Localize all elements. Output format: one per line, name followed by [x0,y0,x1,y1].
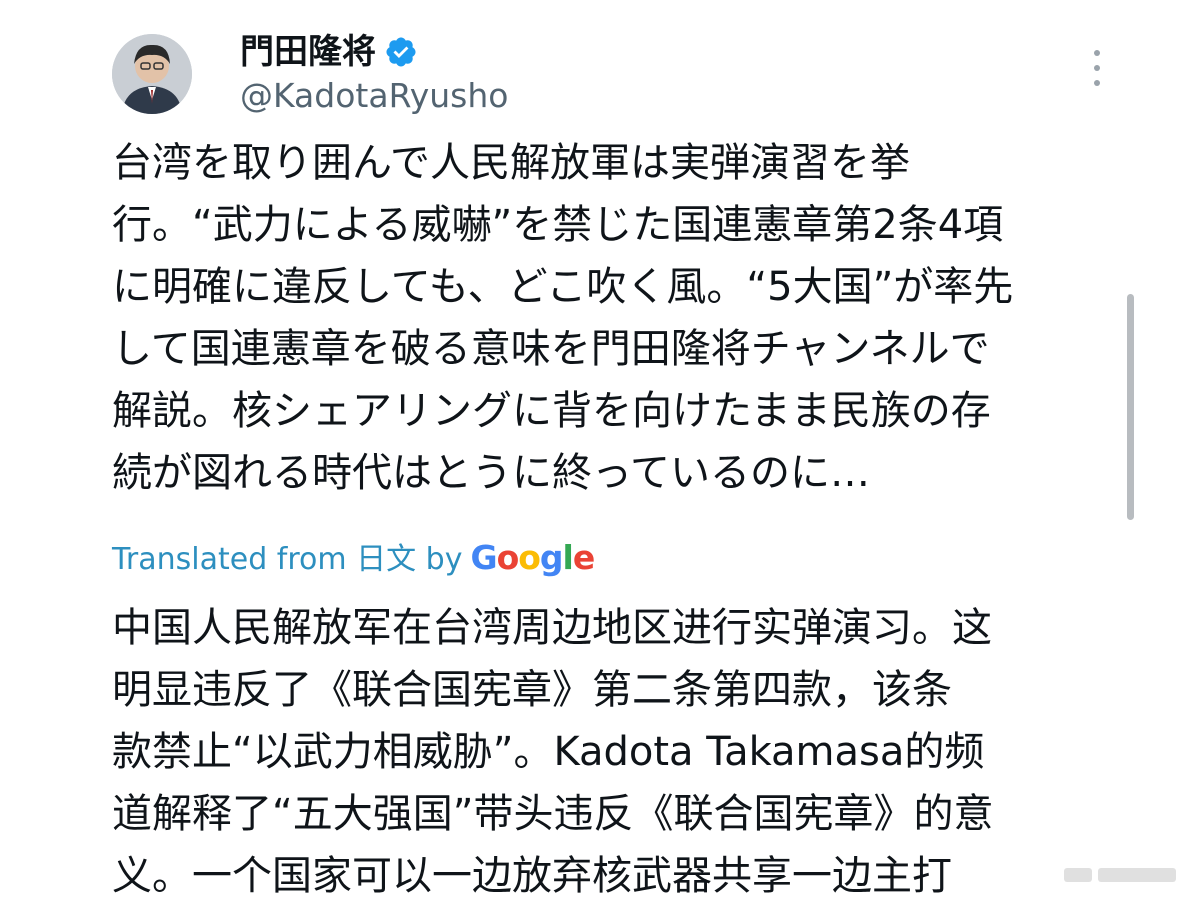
translated-text-line: 道解释了“五大强国”带头违反《联合国宪章》的意 [112,791,994,837]
more-dot [1094,80,1100,86]
tweet-text-line: して国連憲章を破る意味を門田隆将チャンネルで [112,326,990,372]
more-dot [1094,50,1100,56]
google-logo: Google [470,536,595,580]
tweet-card: 門田隆将 @KadotaRyusho 台湾を取り囲んで人民解放軍は実弾演習を挙 … [0,0,1200,912]
avatar[interactable] [112,34,192,114]
translated-text-line: 款禁止“以武力相威胁”。Kadota Takamasa的频 [112,729,985,775]
translated-text-line: 义。一个国家可以一边放弃核武器共享一边主打 [112,853,952,899]
google-letter: o [518,538,541,577]
google-letter: l [562,538,574,577]
tweet-original-text: 台湾を取り囲んで人民解放軍は実弾演習を挙 行。“武力による威嚇”を禁じた国連憲章… [112,132,1092,504]
translated-text-line: 中国人民解放军在台湾周边地区进行实弹演习。这 [112,605,992,651]
verified-badge-icon [384,35,418,69]
google-letter: o [496,538,520,577]
user-handle[interactable]: @KadotaRyusho [240,76,508,116]
tweet-text-line: 続が図れる時代はとうに終っているのに… [112,450,870,496]
tweet-translated-text: 中国人民解放军在台湾周边地区进行实弹演习。这 明显违反了《联合国宪章》第二条第四… [112,597,1092,907]
tweet-text-line: 行。“武力による威嚇”を禁じた国連憲章第2条4項 [112,202,1004,248]
translation-attribution[interactable]: Translated from 日文 by Google [112,536,595,582]
google-letter: G [470,538,497,577]
display-name[interactable]: 門田隆将 [240,30,418,74]
tweet-text-line: 台湾を取り囲んで人民解放軍は実弾演習を挙 [112,140,910,186]
google-letter: e [572,538,595,577]
translated-text-line: 明显违反了《联合国宪章》第二条第四款，该条 [112,667,952,713]
translation-label: Translated from 日文 by [112,542,463,577]
display-name-text: 門田隆将 [240,32,376,72]
scrollbar[interactable] [1127,294,1134,520]
watermark [1060,862,1180,888]
tweet-text-line: 解説。核シェアリングに背を向けたまま民族の存 [112,388,991,434]
tweet-text-line: に明確に違反しても、どこ吹く風。“5大国”が率先 [112,264,1014,310]
more-dot [1094,65,1100,71]
google-letter: g [539,538,564,577]
more-options-icon[interactable] [1082,50,1112,86]
